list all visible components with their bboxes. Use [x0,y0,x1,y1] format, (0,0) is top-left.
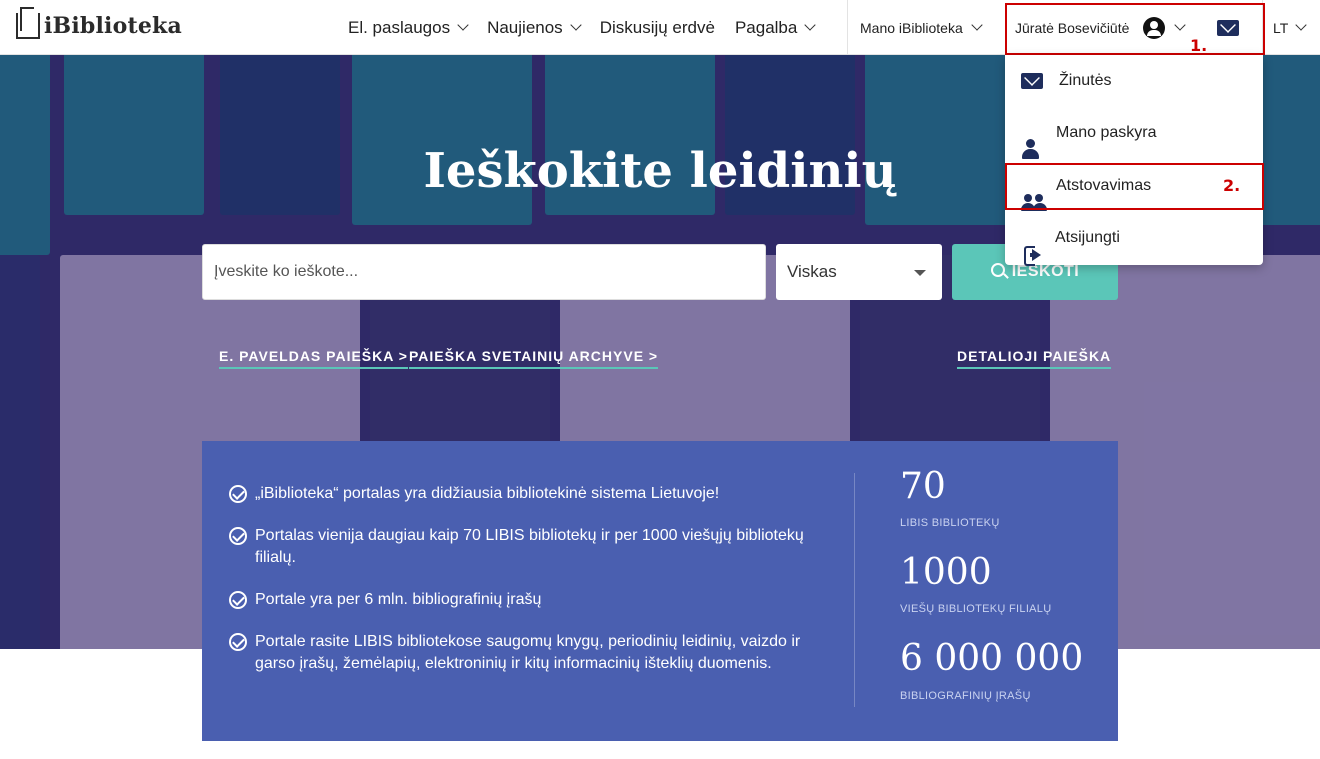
stat-label: BIBLIOGRAFINIŲ ĮRAŠŲ [900,690,1031,702]
nav-item-label: Naujienos [487,17,563,37]
info-item: Portale yra per 6 mln. bibliografinių įr… [229,589,809,611]
step-1-highlight [1005,3,1265,55]
detailed-search-link[interactable]: DETALIOJI PAIEŠKA [957,348,1112,369]
info-list: „iBiblioteka“ portalas yra didžiausia bi… [229,483,809,695]
language-selector[interactable]: LT [1273,0,1307,55]
chevron-down-icon [570,19,582,31]
chevron-down-icon [457,19,469,31]
my-library-label: Mano iBiblioteka [860,19,963,36]
check-circle-icon [229,485,247,503]
select-value: Viskas [787,262,837,281]
logout-icon [1024,246,1046,266]
search-button-label: IEŠKOTI [1011,263,1080,280]
step-2-highlight [1005,163,1264,210]
check-circle-icon [229,591,247,609]
stat-value: 1000 [900,552,992,593]
chevron-down-icon [804,19,817,31]
info-panel: „iBiblioteka“ portalas yra didžiausia bi… [202,441,1118,741]
menu-item-label: Mano paskyra [1056,124,1157,141]
main-nav: El. paslaugos Naujienos Diskusijų erdvė … [348,0,834,55]
info-item-text: Portalas vienija daugiau kaip 70 LIBIS b… [255,527,804,566]
menu-item-label: Atsijungti [1055,229,1120,246]
caret-down-icon [914,270,926,276]
nav-item-label: Pagalba [734,17,798,37]
check-circle-icon [229,527,247,545]
nav-item-el-paslaugos[interactable]: El. paslaugos [348,17,469,38]
nav-item-pagalba[interactable]: Pagalba [734,17,817,38]
epaveldas-search-link[interactable]: E. PAVELDAS PAIEŠKA > [219,348,408,369]
info-item: Portale rasite LIBIS bibliotekose saugom… [229,631,809,675]
envelope-icon [1021,73,1043,89]
archive-search-link[interactable]: PAIEŠKA SVETAINIŲ ARCHYVE > [409,348,659,369]
nav-item-naujienos[interactable]: Naujienos [487,17,582,38]
stat-value: 6 000 000 [900,638,1084,679]
nav-divider [847,0,848,55]
info-item: Portalas vienija daugiau kaip 70 LIBIS b… [229,525,809,569]
person-icon [1022,139,1039,159]
nav-item-diskusiju-erdve[interactable]: Diskusijų erdvė [600,18,715,38]
language-label: LT [1273,19,1289,36]
nav-item-label: Diskusijų erdvė [599,17,715,37]
top-header: iBiblioteka El. paslaugos Naujienos Disk… [0,0,1320,55]
info-item-text: Portale yra per 6 mln. bibliografinių įr… [255,591,542,608]
stat-label: LIBIS BIBLIOTEKŲ [900,517,1000,529]
chevron-down-icon [1295,19,1307,31]
menu-item-my-account[interactable]: Mano paskyra [1005,107,1263,159]
menu-item-label: Žinutės [1059,72,1112,89]
menu-item-logout[interactable]: Atsijungti [1005,212,1263,266]
chevron-down-icon [971,19,983,31]
logo-text: iBiblioteka [44,13,182,39]
search-input[interactable] [202,244,766,300]
stats-divider [854,473,855,707]
logo-mark-icon [16,7,40,39]
info-item: „iBiblioteka“ portalas yra didžiausia bi… [229,483,809,505]
search-scope-select[interactable]: Viskas [776,244,942,300]
nav-item-label: El. paslaugos [348,17,451,37]
stat-value: 70 [900,466,946,507]
info-item-text: Portale rasite LIBIS bibliotekose saugom… [255,633,801,672]
check-circle-icon [229,633,247,651]
my-library-menu[interactable]: Mano iBiblioteka [860,0,983,55]
user-dropdown-menu: Žinutės Mano paskyra Atstovavimas 2. Ats… [1005,55,1263,266]
logo[interactable]: iBiblioteka [16,7,182,42]
step-1-label: 1. [1190,36,1208,55]
info-item-text: „iBiblioteka“ portalas yra didžiausia bi… [255,485,720,502]
menu-item-messages[interactable]: Žinutės [1005,55,1263,107]
stat-label: VIEŠŲ BIBLIOTEKŲ FILIALŲ [900,603,1052,615]
search-icon [990,263,1005,277]
